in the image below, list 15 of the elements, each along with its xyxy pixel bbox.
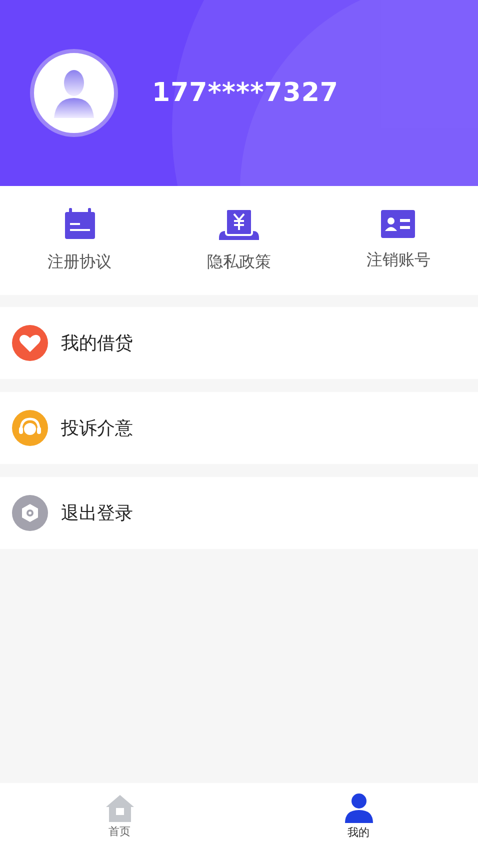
user-silhouette-icon: [54, 68, 94, 118]
home-icon: [106, 794, 134, 822]
quick-link[interactable]: 隐私政策: [159, 186, 319, 295]
quick-link[interactable]: 注册协议: [0, 186, 160, 295]
tab[interactable]: 我的: [239, 783, 478, 850]
phone-number: 177****7327: [152, 78, 339, 108]
menu-item[interactable]: 投诉介意: [0, 392, 478, 464]
menu-item[interactable]: 退出登录: [0, 477, 478, 549]
calendar-icon: [64, 208, 96, 240]
menu-item[interactable]: 我的借贷: [0, 307, 478, 379]
tab[interactable]: 首页: [0, 783, 239, 850]
quick-link[interactable]: 注销账号: [318, 186, 478, 295]
money-icon: [218, 208, 259, 240]
person-icon: [344, 793, 374, 823]
id-card-icon: [381, 210, 416, 238]
